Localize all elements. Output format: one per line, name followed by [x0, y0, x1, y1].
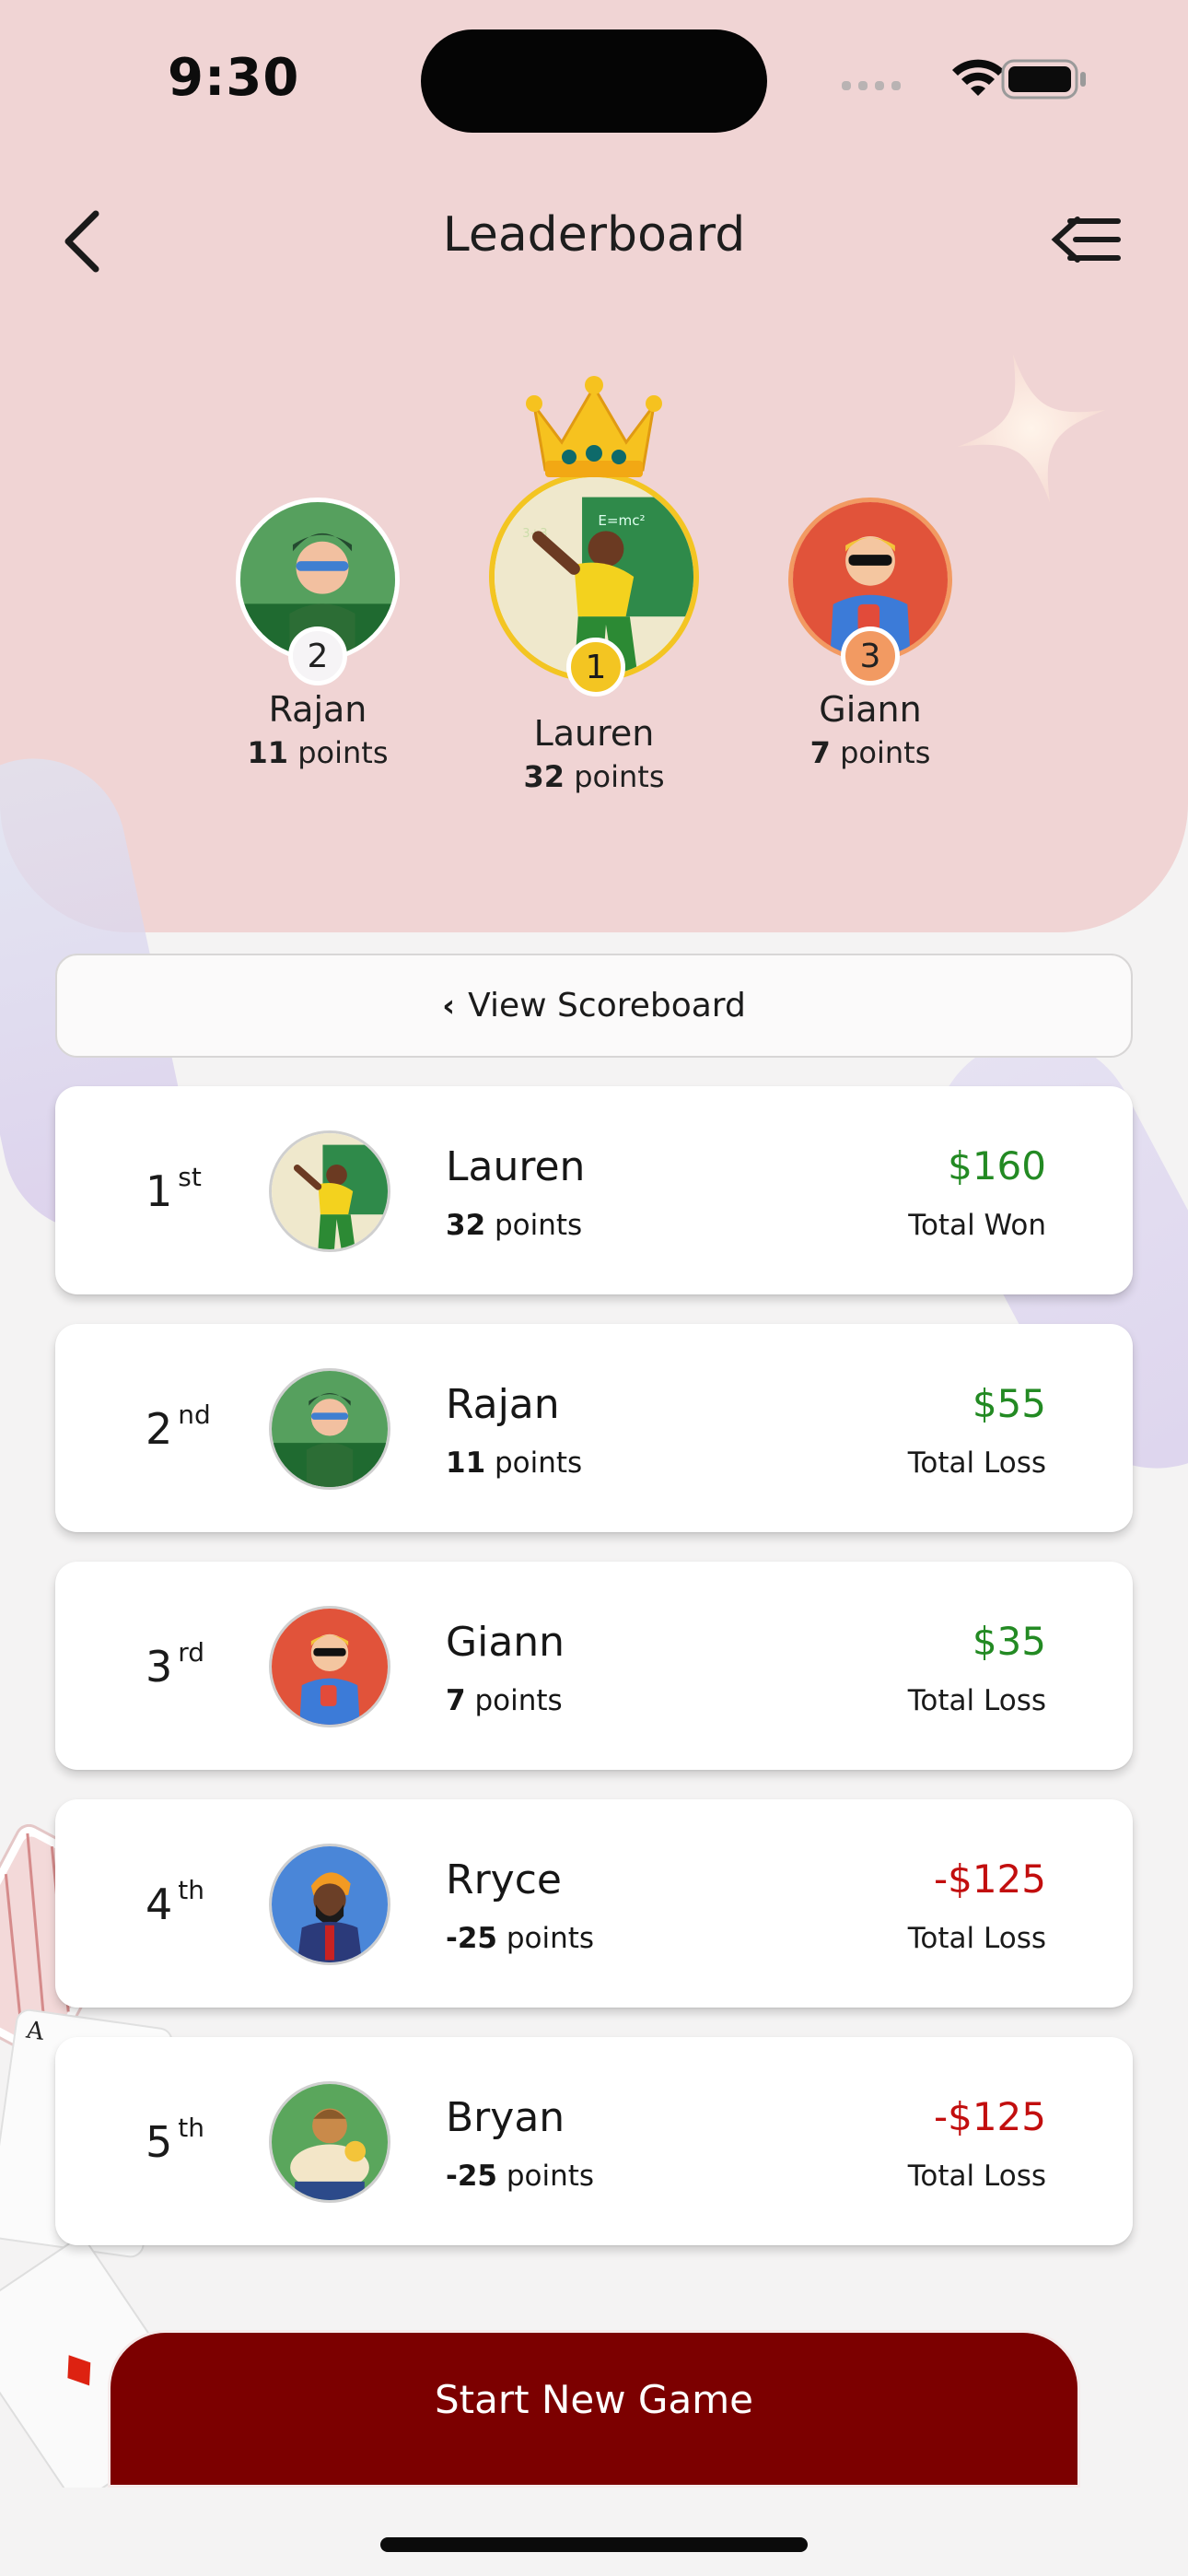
- rank-badge: 3: [841, 626, 900, 685]
- podium-name: Lauren: [533, 713, 655, 754]
- row-points: 32 points: [446, 1209, 583, 1242]
- status-time: 9:30: [168, 48, 300, 108]
- start-new-game-button[interactable]: Start New Game: [111, 2333, 1077, 2485]
- podium-first[interactable]: E=mc² 3+3 1 Lauren 32 points: [479, 369, 709, 794]
- row-result: Total Won: [908, 1209, 1046, 1242]
- row-place: 3rd: [146, 1637, 205, 1692]
- row-result: Total Loss: [907, 1922, 1046, 1955]
- leaderboard-row[interactable]: 1st Lauren 32 points $160 Total Won: [55, 1086, 1133, 1294]
- row-points: 11 points: [446, 1446, 583, 1480]
- leaderboard-row[interactable]: 2nd Rajan 11 points $55 Total Loss: [55, 1324, 1133, 1532]
- status-icons: [842, 59, 1086, 100]
- svg-text:E=mc²: E=mc²: [598, 512, 645, 529]
- home-indicator[interactable]: [380, 2537, 808, 2552]
- row-amount: $35: [972, 1619, 1046, 1664]
- row-name: Rryce: [446, 1856, 562, 1903]
- row-name: Giann: [446, 1619, 565, 1666]
- menu-collapse-icon[interactable]: [1050, 212, 1124, 267]
- row-place: 4th: [146, 1875, 205, 1929]
- podium-name: Rajan: [268, 689, 367, 730]
- leaderboard-row[interactable]: 5th Bryan -25 points -$125 Total Loss: [55, 2037, 1133, 2245]
- battery-icon: [1001, 59, 1086, 100]
- row-result: Total Loss: [907, 1446, 1046, 1480]
- podium-points: 7 points: [809, 735, 931, 770]
- row-place: 2nd: [146, 1399, 211, 1454]
- row-place: 1st: [146, 1162, 202, 1216]
- row-result: Total Loss: [907, 2160, 1046, 2193]
- rank-badge: 1: [566, 638, 625, 697]
- avatar: [269, 1130, 390, 1252]
- row-result: Total Loss: [907, 1684, 1046, 1717]
- podium-name: Giann: [819, 689, 922, 730]
- wifi-icon: [952, 59, 1004, 96]
- leaderboard-row[interactable]: 4th Rryce -25 points -$125 Total Loss: [55, 1799, 1133, 2008]
- avatar: [269, 1606, 390, 1727]
- chevron-left-icon: ‹: [442, 987, 456, 1025]
- avatar: [269, 1368, 390, 1490]
- row-amount: $55: [972, 1381, 1046, 1426]
- row-name: Lauren: [446, 1143, 586, 1190]
- sparkle-decoration: [957, 354, 1106, 503]
- row-points: 7 points: [446, 1684, 563, 1717]
- row-name: Rajan: [446, 1381, 560, 1428]
- podium-second[interactable]: 2 Rajan 11 points: [221, 498, 414, 770]
- leaderboard-row[interactable]: 3rd Giann 7 points $35 Total Loss: [55, 1562, 1133, 1770]
- avatar: [269, 2081, 390, 2203]
- crown-icon: [526, 376, 662, 477]
- row-place: 5th: [146, 2113, 205, 2167]
- rank-badge: 2: [288, 626, 347, 685]
- avatar: [269, 1844, 390, 1965]
- row-points: -25 points: [446, 2160, 595, 2193]
- podium-points: 32 points: [523, 759, 665, 794]
- podium-points: 11 points: [247, 735, 389, 770]
- page-title: Leaderboard: [442, 207, 746, 263]
- view-scoreboard-label: View Scoreboard: [468, 987, 746, 1025]
- signal-icon: [842, 81, 901, 90]
- row-amount: $160: [948, 1143, 1046, 1188]
- row-amount: -$125: [933, 1856, 1046, 1902]
- dynamic-island: [421, 29, 767, 133]
- row-amount: -$125: [933, 2094, 1046, 2139]
- row-points: -25 points: [446, 1922, 595, 1955]
- row-name: Bryan: [446, 2094, 565, 2141]
- view-scoreboard-button[interactable]: ‹ View Scoreboard: [55, 954, 1133, 1058]
- podium-third[interactable]: 3 Giann 7 points: [774, 498, 967, 770]
